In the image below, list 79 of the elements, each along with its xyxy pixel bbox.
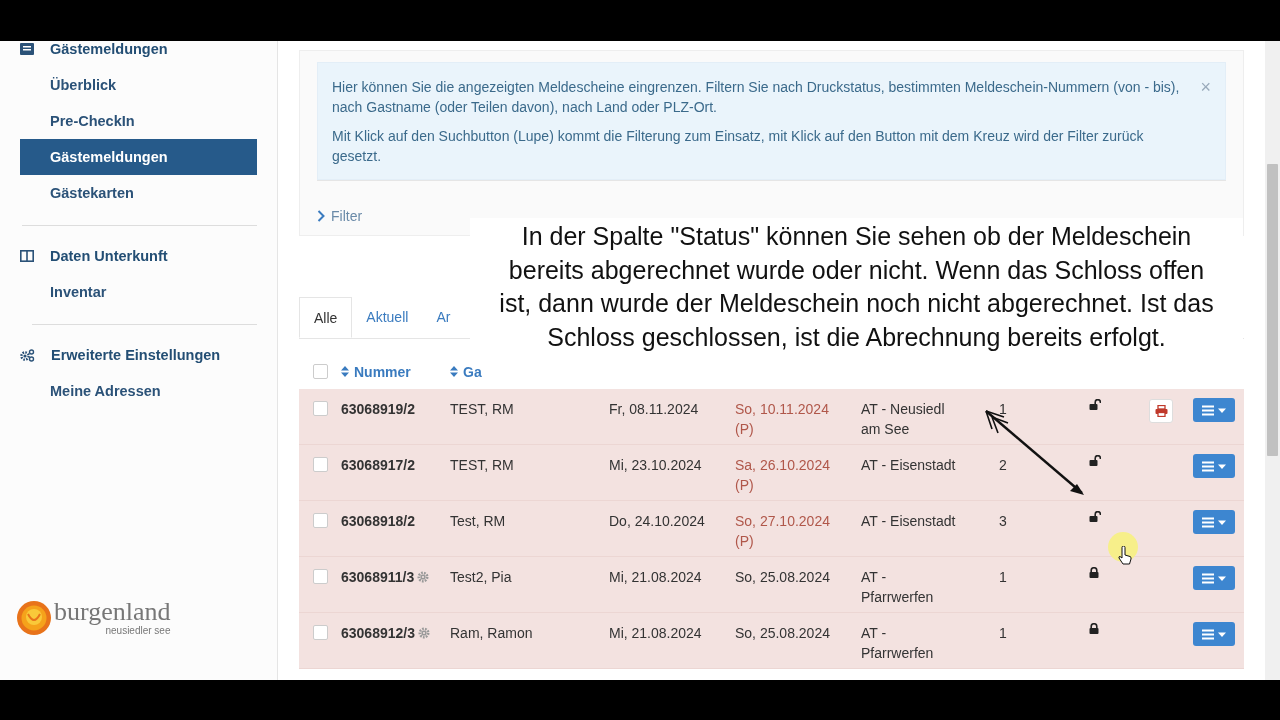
table-cell-text: So, 10.11.2024 xyxy=(735,400,829,419)
section-heading: Daten Unterkunft xyxy=(50,248,168,264)
actions-menu-button[interactable] xyxy=(1193,510,1235,534)
table-cell-text: 1 xyxy=(999,624,1007,643)
row-checkbox[interactable] xyxy=(312,625,328,640)
tab[interactable]: Ar xyxy=(422,297,465,337)
table-cell-text: Test, RM xyxy=(450,512,506,531)
column-header[interactable]: Ga xyxy=(450,363,510,380)
table-cell-text: AT - Eisenstadt xyxy=(861,512,956,531)
table-cell-text: TEST, RM xyxy=(450,456,514,475)
table-cell-text: (P) xyxy=(735,532,754,551)
table-cell-text: AT - Neusiedl xyxy=(861,400,945,419)
table-cell-text: Mi, 23.10.2024 xyxy=(609,456,702,475)
table-cell-text: (P) xyxy=(735,476,754,495)
table-cell-text: AT - Eisenstadt xyxy=(861,456,956,475)
columns-icon xyxy=(20,250,34,262)
gears-icon xyxy=(20,348,35,362)
table-cell-text: 63068918/2 xyxy=(341,512,415,531)
table-cell-text: 3 xyxy=(999,512,1007,531)
menu-caret-icon xyxy=(1202,404,1226,416)
sun-logo-icon xyxy=(16,599,52,636)
table-cell-text: 63068917/2 xyxy=(341,456,415,475)
table-cell-text: 1 xyxy=(999,568,1007,587)
info-text: Hier können Sie die angezeigten Meldescheine eingrenzen. Filtern Sie nach Druckstatus, bestimmten Meldeschein-Nummern (von - bis), nach Gastname (oder Teilen davon), nach Land oder PLZ-Ort. xyxy=(332,78,1181,117)
nav-item[interactable]: Inventar xyxy=(20,274,257,310)
chevron-icon xyxy=(317,210,325,222)
hand-cursor-icon xyxy=(1118,546,1132,566)
nav-item[interactable]: Gästekarten xyxy=(20,175,257,211)
table-cell-text: AT - xyxy=(861,568,887,587)
table-cell-text: So, 25.08.2024 xyxy=(735,624,830,643)
menu-caret-icon xyxy=(1202,572,1226,584)
logo-tagline: neusiedler see xyxy=(105,625,171,636)
tab[interactable]: Alle xyxy=(299,297,353,338)
section-heading: Gästemeldungen xyxy=(50,41,168,57)
row-checkbox[interactable] xyxy=(312,457,328,472)
table-cell-text: 1 xyxy=(999,400,1007,419)
table-cell-text: So, 25.08.2024 xyxy=(735,568,830,587)
select-all-checkbox[interactable] xyxy=(312,364,328,379)
print-button[interactable] xyxy=(1149,399,1173,423)
tab[interactable]: Aktuell xyxy=(352,297,423,337)
table-cell-text: TEST, RM xyxy=(450,400,514,419)
table-cell-text: Do, 24.10.2024 xyxy=(609,512,705,531)
table-cell-text: Ram, Ramon xyxy=(450,624,533,643)
table-cell-text: So, 27.10.2024 xyxy=(735,512,830,531)
filter-toggle[interactable]: Filter xyxy=(317,208,363,224)
nav-item[interactable]: Überblick xyxy=(20,67,257,103)
table-cell-text: Pfarrwerfen xyxy=(861,644,934,663)
row-checkbox[interactable] xyxy=(312,513,328,528)
row-checkbox[interactable] xyxy=(312,569,328,584)
table-cell-text: 63068912/3 xyxy=(341,624,415,643)
table-cell-text: Pfarrwerfen xyxy=(861,588,934,607)
table-cell-text: Mi, 21.08.2024 xyxy=(609,568,702,587)
nav-item[interactable]: Meine Adressen xyxy=(20,373,257,409)
actions-menu-button[interactable] xyxy=(1193,398,1235,422)
nav-item[interactable]: Pre-CheckIn xyxy=(20,103,257,139)
actions-menu-button[interactable] xyxy=(1193,566,1235,590)
table-cell-text: Sa, 26.10.2024 xyxy=(735,456,830,475)
nav-item[interactable]: Gästemeldungen xyxy=(20,139,257,175)
column-header[interactable]: Nummer xyxy=(341,363,450,380)
menu-caret-icon xyxy=(1202,516,1226,528)
actions-menu-button[interactable] xyxy=(1193,622,1235,646)
table-cell-text: 63068911/3 xyxy=(341,568,415,587)
sort-icon xyxy=(341,366,349,377)
printer-icon xyxy=(1154,405,1168,417)
info-text: Mit Klick auf den Suchbutton (Lupe) kommt die Filterung zum Einsatz, mit Klick auf den Button mit dem Kreuz wird der Filter zurück gesetzt. xyxy=(332,127,1145,166)
row-checkbox[interactable] xyxy=(312,401,328,416)
table-cell-text: Fr, 08.11.2024 xyxy=(609,400,699,419)
table-cell-text: AT - xyxy=(861,624,887,643)
table-cell-text: am See xyxy=(861,420,910,439)
table-cell-text: (P) xyxy=(735,420,754,439)
table-cell-text: Mi, 21.08.2024 xyxy=(609,624,702,643)
menu-caret-icon xyxy=(1202,628,1226,640)
section-heading: Erweiterte Einstellungen xyxy=(51,347,221,363)
menu-caret-icon xyxy=(1202,460,1226,472)
table-cell-text: Test2, Pia xyxy=(450,568,512,587)
actions-menu-button[interactable] xyxy=(1193,454,1235,478)
table-cell-text: 2 xyxy=(999,456,1007,475)
sort-icon xyxy=(450,366,458,377)
table-cell-text: 63068919/2 xyxy=(341,400,415,419)
